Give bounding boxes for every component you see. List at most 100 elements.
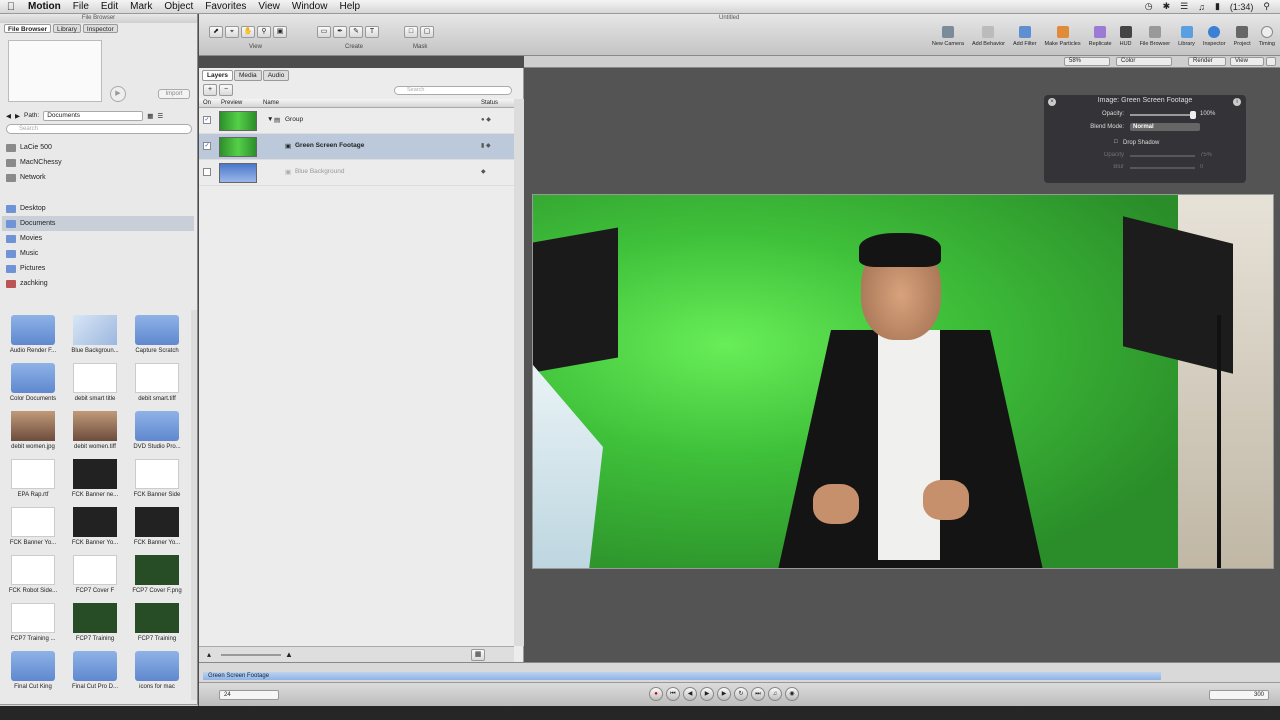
file-item[interactable]: Blue Backgroun...	[64, 310, 126, 358]
menu-app-motion[interactable]: Motion	[22, 1, 67, 12]
file-item[interactable]: FCK Banner Side	[126, 454, 188, 502]
replicate-button[interactable]: Replicate	[1086, 26, 1115, 47]
sidebar-item-pictures[interactable]: Pictures	[2, 261, 194, 276]
column-name[interactable]: Name	[263, 100, 279, 106]
video-canvas[interactable]	[532, 194, 1274, 569]
file-item[interactable]: FCP7 Cover F	[64, 550, 126, 598]
layer-row-blue-background[interactable]: ▣ Blue Background ◆	[199, 160, 514, 186]
options-button[interactable]: ◉	[785, 687, 799, 701]
drop-shadow-checkbox[interactable]: □	[1114, 139, 1118, 145]
go-to-end-button[interactable]: ⏭	[751, 687, 765, 701]
file-item[interactable]: FCK Robot Side...	[2, 550, 64, 598]
sidebar-item-zachking[interactable]: zachking	[2, 276, 194, 291]
layers-search-input[interactable]: Search	[394, 86, 512, 95]
select-tool-icon[interactable]: ⬈	[209, 26, 223, 38]
rectangle-tool-icon[interactable]: ▭	[317, 26, 331, 38]
layer-name[interactable]: Blue Background	[295, 168, 345, 175]
file-grid-scrollbar[interactable]	[191, 310, 197, 700]
render-select[interactable]: Render	[1188, 57, 1226, 66]
file-item[interactable]: Final Cut Pro D...	[64, 646, 126, 694]
back-icon[interactable]: ◀	[6, 112, 11, 120]
hud-button[interactable]: HUD	[1117, 26, 1135, 47]
audio-button[interactable]: ♫	[768, 687, 782, 701]
small-thumbnail-icon[interactable]: ▴	[207, 650, 211, 659]
menu-file[interactable]: File	[67, 1, 95, 12]
file-item[interactable]: debit smart title	[64, 358, 126, 406]
layout-select[interactable]	[1266, 57, 1276, 66]
new-camera-button[interactable]: New Camera	[929, 26, 967, 47]
file-item[interactable]: Color Documents	[2, 358, 64, 406]
add-filter-button[interactable]: Add Filter	[1010, 26, 1040, 47]
loop-button[interactable]: ↻	[734, 687, 748, 701]
tab-audio[interactable]: Audio	[262, 70, 290, 81]
opacity-value[interactable]: 100%	[1200, 111, 1215, 117]
remove-layer-button[interactable]: −	[219, 84, 233, 96]
file-browser-button[interactable]: File Browser	[1137, 26, 1174, 47]
add-behavior-button[interactable]: Add Behavior	[969, 26, 1008, 47]
column-status[interactable]: Status	[481, 100, 498, 106]
sidebar-item-macnchessy[interactable]: MacNChessy	[2, 155, 194, 170]
go-to-start-button[interactable]: ⏮	[666, 687, 680, 701]
zoom-tool-icon[interactable]: ⚲	[257, 26, 271, 38]
next-frame-button[interactable]: ▶	[700, 687, 714, 701]
bluetooth-icon[interactable]: ✱	[1163, 1, 1171, 12]
file-item[interactable]: DVD Studio Pro...	[126, 406, 188, 454]
menu-window[interactable]: Window	[286, 1, 334, 12]
path-select[interactable]: Documents	[43, 110, 144, 121]
file-search-input[interactable]: Search	[6, 124, 192, 134]
icon-view-icon[interactable]: ▦	[147, 112, 153, 120]
opacity-slider-knob[interactable]	[1190, 111, 1196, 119]
list-view-icon[interactable]: ☰	[157, 112, 163, 120]
tab-library[interactable]: Library	[53, 24, 81, 33]
file-item[interactable]: Capture Scratch	[126, 310, 188, 358]
inspector-button[interactable]: Inspector	[1200, 26, 1229, 47]
shadow-opacity-value[interactable]: 75%	[1200, 152, 1212, 158]
tab-layers[interactable]: Layers	[202, 70, 233, 81]
paint-tool-icon[interactable]: ✎	[349, 26, 363, 38]
layer-enable-checkbox[interactable]	[203, 168, 211, 176]
file-item[interactable]: debit smart.tiff	[126, 358, 188, 406]
menu-edit[interactable]: Edit	[95, 1, 124, 12]
menu-view[interactable]: View	[252, 1, 286, 12]
file-item[interactable]: Audio Render F...	[2, 310, 64, 358]
file-item[interactable]: debit women.tiff	[64, 406, 126, 454]
rectangle-mask-icon[interactable]: □	[404, 26, 418, 38]
layers-scrollbar[interactable]	[514, 99, 524, 646]
layer-enable-checkbox[interactable]: ✓	[203, 142, 211, 150]
sidebar-item-music[interactable]: Music	[2, 246, 194, 261]
layer-row-green-screen[interactable]: ✓ ▣ Green Screen Footage ▮ ◆	[199, 134, 514, 160]
zoom-select[interactable]: 58%	[1064, 57, 1110, 66]
lock-icon[interactable]: ● ◆	[481, 116, 491, 123]
project-button[interactable]: Project	[1231, 26, 1254, 47]
make-particles-button[interactable]: Make Particles	[1042, 26, 1084, 47]
wifi-icon[interactable]: ☰	[1180, 1, 1188, 12]
sidebar-item-network[interactable]: Network	[2, 170, 194, 185]
spotlight-icon[interactable]: ⚲	[1263, 1, 1270, 12]
channel-select[interactable]: Color	[1116, 57, 1172, 66]
tab-inspector[interactable]: Inspector	[82, 24, 118, 33]
text-tool-icon[interactable]: T	[365, 26, 379, 38]
previous-frame-button[interactable]: ◀	[683, 687, 697, 701]
adjust-tool-icon[interactable]: ⌖	[225, 26, 239, 38]
file-item[interactable]: EPA Rap.rtf	[2, 454, 64, 502]
file-item[interactable]: FCP7 Training	[126, 598, 188, 646]
menu-mark[interactable]: Mark	[124, 1, 158, 12]
lock-icon[interactable]: ▮ ◆	[481, 142, 491, 149]
play-button[interactable]: ▶	[717, 687, 731, 701]
file-item[interactable]: FCP7 Training	[64, 598, 126, 646]
menu-help[interactable]: Help	[333, 1, 366, 12]
file-item[interactable]: debit women.jpg	[2, 406, 64, 454]
file-item[interactable]: FCK Banner Yo...	[64, 502, 126, 550]
sidebar-item-movies[interactable]: Movies	[2, 231, 194, 246]
preview-play-button[interactable]: ▶	[110, 86, 126, 102]
blur-value[interactable]: 0	[1200, 164, 1203, 170]
lock-icon[interactable]: ◆	[481, 168, 486, 175]
disclosure-triangle-icon[interactable]: ▼	[267, 116, 273, 123]
add-layer-button[interactable]: +	[203, 84, 217, 96]
sidebar-item-desktop[interactable]: Desktop	[2, 201, 194, 216]
file-item[interactable]: icons for mac	[126, 646, 188, 694]
file-item[interactable]: FCP7 Training ...	[2, 598, 64, 646]
volume-icon[interactable]: ♫	[1198, 2, 1205, 12]
file-item[interactable]: FCP7 Cover F.png	[126, 550, 188, 598]
forward-icon[interactable]: ▶	[15, 112, 20, 120]
